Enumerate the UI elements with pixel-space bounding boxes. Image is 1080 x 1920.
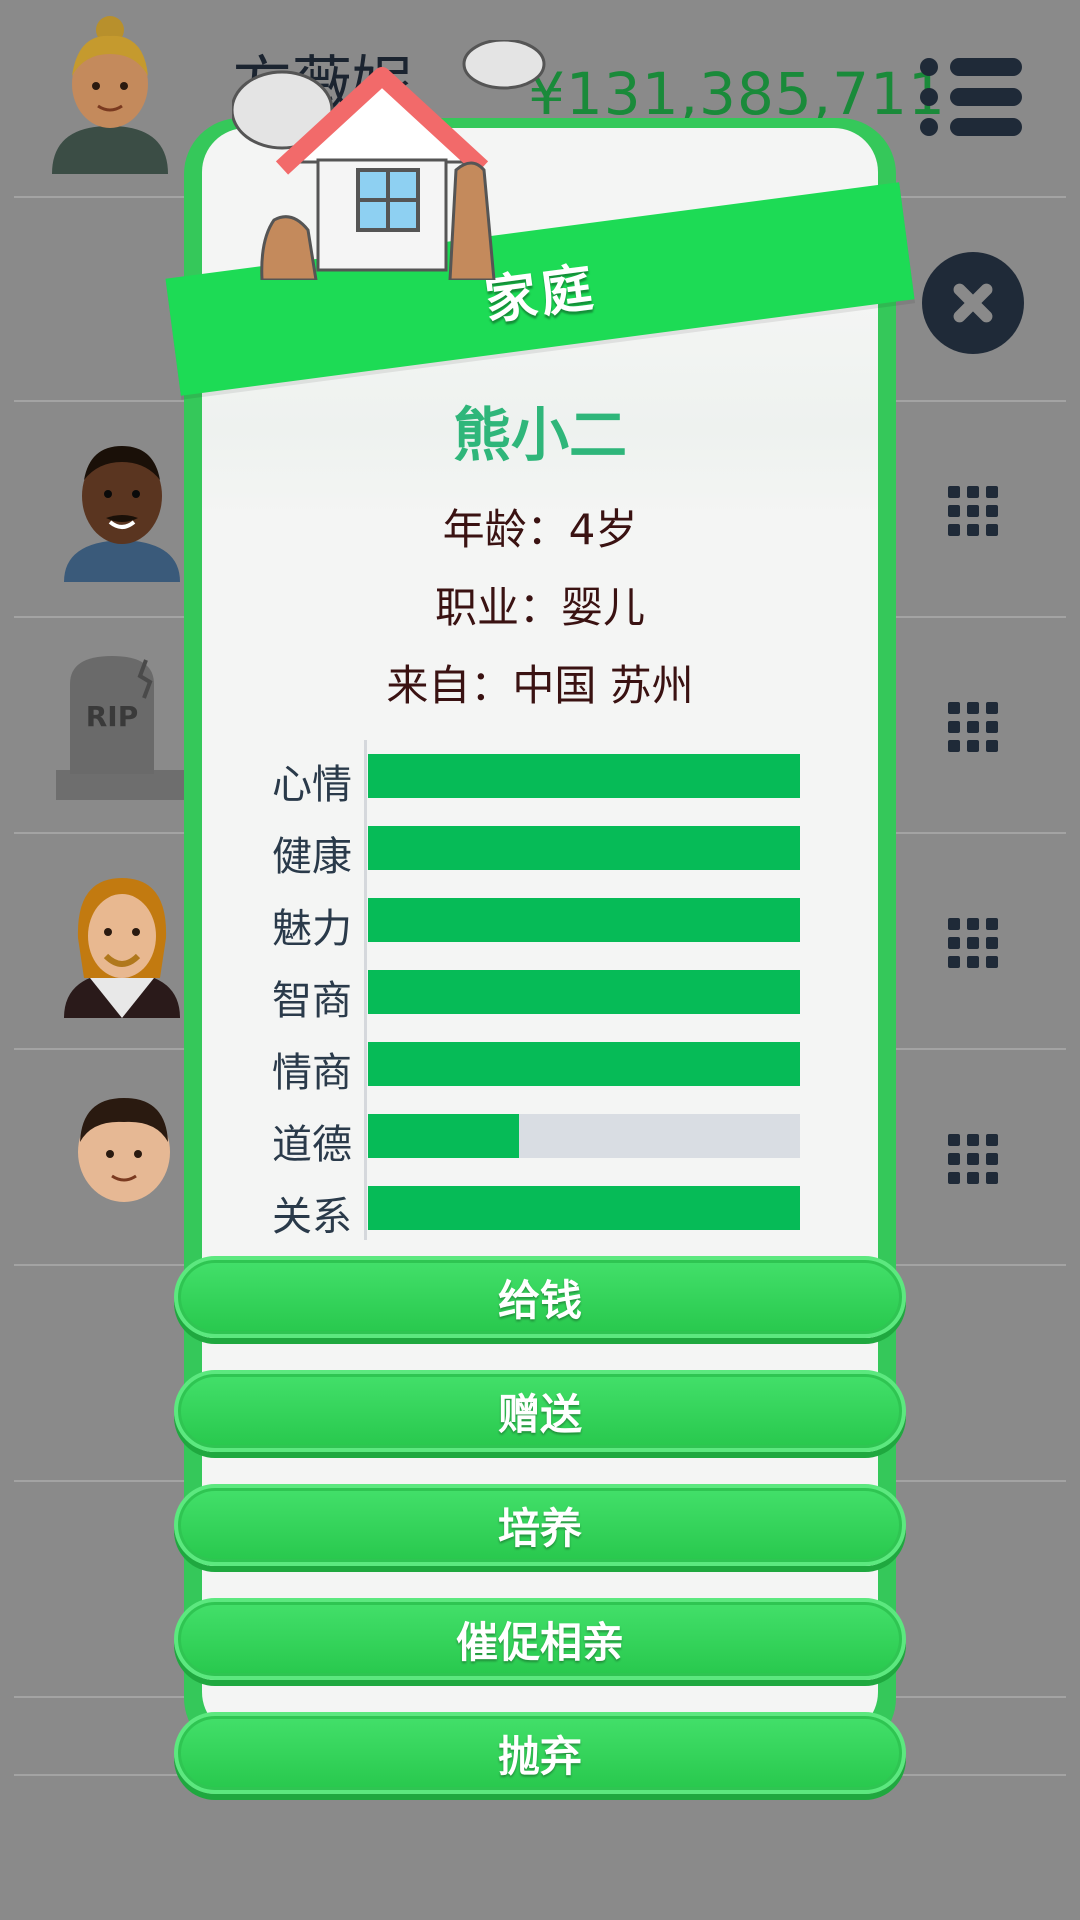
stat-bar-fill: [368, 826, 800, 870]
stat-bar-track: [368, 1042, 800, 1086]
character-name: 熊小二: [452, 401, 627, 469]
family-avatar-1: [64, 446, 180, 582]
stat-bar-track: [368, 1114, 800, 1158]
options-grid-icon[interactable]: [948, 486, 998, 536]
stat-label: 关系: [272, 1194, 352, 1240]
stat-label: 魅力: [272, 906, 352, 952]
stat-bar-track: [368, 898, 800, 942]
stat-label: 道德: [272, 1122, 352, 1168]
family-avatar-4: [78, 1098, 170, 1202]
stat-label: 情商: [272, 1050, 352, 1096]
action-button[interactable]: 培养: [174, 1484, 906, 1566]
job-text: 职业：婴儿: [434, 583, 645, 632]
stat-bar-fill: [368, 1186, 800, 1230]
menu-icon[interactable]: [920, 58, 1024, 136]
origin-text: 来自：中国 苏州: [386, 661, 694, 710]
tombstone-icon: RIP: [56, 656, 186, 800]
stat-bar-fill: [368, 898, 800, 942]
stat-label: 智商: [272, 978, 352, 1024]
house-icon: [232, 40, 546, 280]
stat-bar-track: [368, 970, 800, 1014]
stat-label: 健康: [272, 834, 352, 880]
stat-bar-track: [368, 1186, 800, 1230]
stat-bar-track: [368, 826, 800, 870]
action-button[interactable]: 抛弃: [174, 1712, 906, 1794]
tombstone-text: RIP: [86, 700, 139, 733]
action-button[interactable]: 催促相亲: [174, 1598, 906, 1680]
stat-bar-track: [368, 754, 800, 798]
options-grid-icon[interactable]: [948, 1134, 998, 1184]
stat-bar-fill: [368, 970, 800, 1014]
player-avatar: [52, 16, 168, 174]
action-button[interactable]: 赠送: [174, 1370, 906, 1452]
stat-bar-fill: [368, 1042, 800, 1086]
stats-axis: [364, 740, 367, 1240]
family-avatar-3: [64, 878, 180, 1018]
close-button[interactable]: [922, 252, 1024, 354]
age-text: 年龄：4岁: [442, 505, 638, 554]
stat-bar-fill: [368, 1114, 520, 1158]
options-grid-icon[interactable]: [948, 702, 998, 752]
action-button[interactable]: 给钱: [174, 1256, 906, 1338]
options-grid-icon[interactable]: [948, 918, 998, 968]
stat-label: 心情: [272, 762, 352, 808]
stat-bar-fill: [368, 754, 800, 798]
